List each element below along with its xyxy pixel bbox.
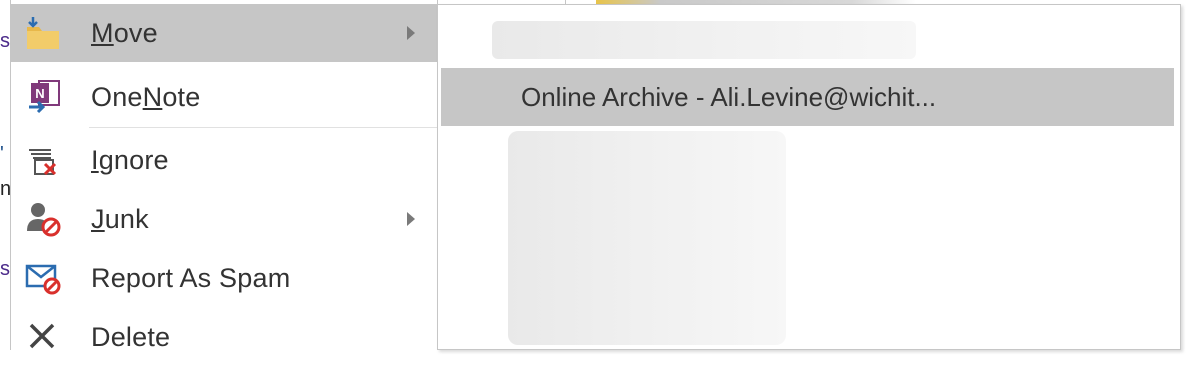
menu-item-delete[interactable]: Delete	[11, 308, 437, 366]
background-text-fragment: '	[0, 143, 4, 165]
menu-item-label: OneNote	[91, 81, 201, 112]
menu-item-label: Move	[91, 17, 158, 48]
menu-item-label: Report As Spam	[91, 262, 291, 293]
menu-item-label: Junk	[91, 203, 149, 234]
folder-move-icon	[23, 13, 63, 53]
menu-item-ignore[interactable]: Ignore	[11, 131, 437, 189]
menu-item-onenote[interactable]: N OneNote	[11, 68, 437, 126]
onenote-icon: N	[23, 77, 63, 117]
svg-text:N: N	[35, 86, 44, 101]
junk-icon	[23, 199, 63, 239]
background-app-edge: s ' n s	[0, 0, 11, 350]
redacted-folder-item[interactable]	[492, 21, 916, 59]
chevron-right-icon	[407, 26, 415, 40]
chevron-right-icon	[407, 212, 415, 226]
context-menu: Move N OneNote Ignore Junk Report As Spa…	[10, 0, 438, 352]
delete-icon	[23, 317, 63, 357]
background-text-fragment: s	[0, 258, 10, 280]
move-submenu: Online Archive - Ali.Levine@wichit...	[437, 4, 1181, 350]
submenu-item-label: Online Archive - Ali.Levine@wichit...	[521, 81, 937, 112]
report-spam-icon	[23, 258, 63, 298]
background-text-fragment: s	[0, 30, 10, 52]
menu-item-label: Delete	[91, 321, 171, 352]
ignore-icon	[23, 140, 63, 180]
menu-item-junk[interactable]: Junk	[11, 190, 437, 248]
redacted-folder-list[interactable]	[508, 131, 786, 345]
menu-item-report-as-spam[interactable]: Report As Spam	[11, 249, 437, 307]
menu-item-label: Ignore	[91, 144, 169, 175]
submenu-item-online-archive[interactable]: Online Archive - Ali.Levine@wichit...	[441, 68, 1174, 126]
menu-separator	[89, 127, 437, 128]
menu-item-move[interactable]: Move	[11, 4, 437, 62]
